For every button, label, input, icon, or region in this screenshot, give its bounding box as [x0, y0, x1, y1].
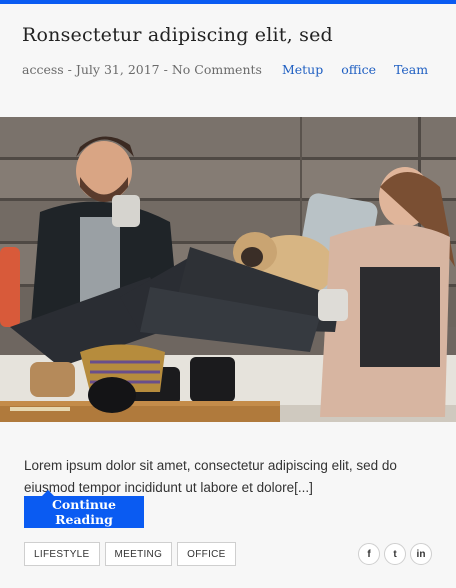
linkedin-icon[interactable]: in [410, 543, 432, 565]
meta-separator: - [67, 62, 76, 77]
featured-image[interactable] [0, 117, 456, 422]
post-excerpt: Lorem ipsum dolor sit amet, consectetur … [24, 457, 397, 495]
tag-list: LIFESTYLE MEETING OFFICE [24, 542, 236, 566]
category-link-metup[interactable]: Metup [282, 62, 323, 77]
facebook-icon[interactable]: f [358, 543, 380, 565]
post-comments[interactable]: No Comments [172, 62, 262, 77]
post-meta: access - July 31, 2017 - No Comments Met… [22, 62, 428, 77]
featured-photo [0, 117, 456, 422]
post-title[interactable]: Ronsectetur adipiscing elit, sed [22, 24, 333, 46]
tag-lifestyle[interactable]: LIFESTYLE [24, 542, 100, 566]
meta-separator: - [163, 62, 172, 77]
top-accent-bar [0, 0, 456, 4]
post-date[interactable]: July 31, 2017 [76, 62, 160, 77]
category-link-team[interactable]: Team [394, 62, 428, 77]
social-share: f t in [358, 543, 432, 565]
twitter-icon[interactable]: t [384, 543, 406, 565]
tag-office[interactable]: OFFICE [177, 542, 236, 566]
category-link-office[interactable]: office [341, 62, 376, 77]
post-author[interactable]: access [22, 62, 64, 77]
continue-reading-button[interactable]: Continue Reading [24, 490, 144, 528]
tag-meeting[interactable]: MEETING [104, 542, 173, 566]
